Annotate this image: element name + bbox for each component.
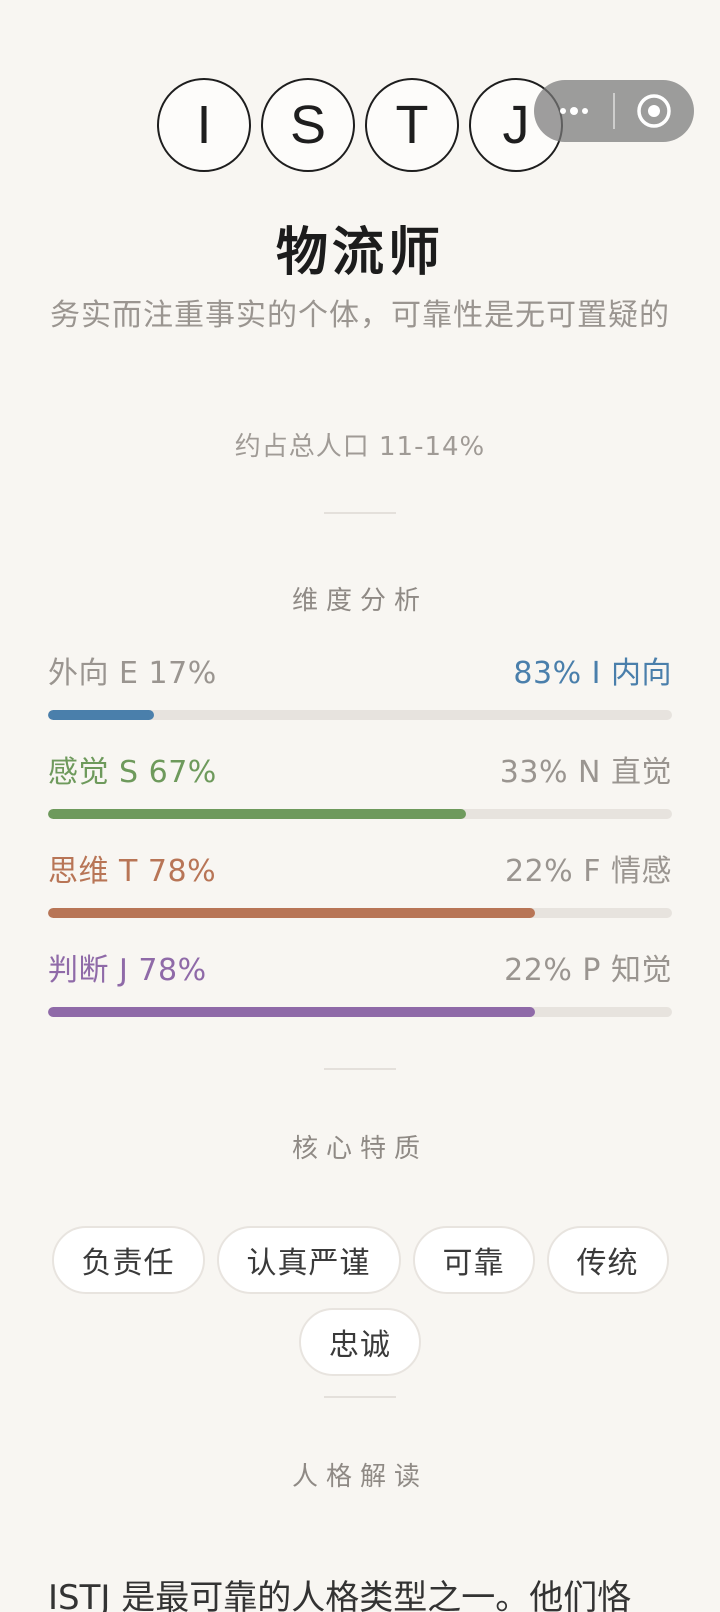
- dimension-right-label: 83% I 内向: [513, 656, 672, 691]
- close-mini-program-button[interactable]: [615, 80, 694, 142]
- target-close-icon: [637, 94, 671, 128]
- dimension-left-label: 感觉 S 67%: [48, 755, 217, 790]
- dimension-row-jp: 判断 J 78% 22% P 知觉: [48, 951, 672, 1031]
- trait-chip: 可靠: [412, 1226, 535, 1294]
- dimension-right-label: 22% P 知觉: [504, 953, 672, 988]
- dimension-fill-bar: [48, 908, 535, 918]
- dimension-left-label: 思维 T 78%: [48, 854, 217, 889]
- dimension-fill-bar: [48, 1007, 535, 1017]
- letter-circle-t: T: [365, 78, 459, 172]
- dimension-track: [48, 710, 672, 720]
- dimension-track: [48, 908, 672, 918]
- type-description: 务实而注重事实的个体，可靠性是无可置疑的: [50, 298, 670, 333]
- result-page: I S T J 物流师 务实而注重事实的个体，可靠性是无可置疑的 约占总人口 1…: [0, 0, 720, 1612]
- population-share: 约占总人口 11-14%: [234, 432, 486, 462]
- section-divider: [324, 512, 396, 514]
- dimensions-section-title: 维度分析: [291, 586, 428, 616]
- dimension-row-sn: 感觉 S 67% 33% N 直觉: [48, 753, 672, 833]
- mini-program-capsule: [534, 80, 694, 142]
- letter-circle-s: S: [261, 78, 355, 172]
- section-divider: [324, 1068, 396, 1070]
- type-name: 物流师: [275, 223, 444, 283]
- dimension-track: [48, 809, 672, 819]
- dimension-left-label: 外向 E 17%: [48, 656, 217, 691]
- more-dot-icon: [559, 108, 566, 114]
- dimension-right-label: 22% F 情感: [504, 854, 672, 889]
- dimension-right-label: 33% N 直觉: [499, 755, 672, 790]
- trait-chip-list: 负责任 认真严谨 可靠 传统 忠诚: [40, 1226, 680, 1376]
- trait-chip: 忠诚: [299, 1308, 421, 1376]
- interpretation-section-title: 人格解读: [291, 1462, 428, 1492]
- dimension-row-ei: 外向 E 17% 83% I 内向: [48, 654, 672, 734]
- trait-chip: 传统: [546, 1226, 669, 1294]
- dimension-row-tf: 思维 T 78% 22% F 情感: [48, 852, 672, 932]
- more-dot-icon: [569, 107, 578, 115]
- interpretation-text: ISTJ 是最可靠的人格类型之一。他们恪: [48, 1578, 632, 1612]
- letter-circle-i: I: [157, 78, 251, 172]
- trait-chip: 认真严谨: [216, 1226, 401, 1294]
- more-button[interactable]: [534, 80, 613, 142]
- traits-section-title: 核心特质: [291, 1134, 428, 1164]
- dimension-fill-bar: [48, 710, 155, 720]
- more-dot-icon: [581, 108, 588, 114]
- trait-chip: 负责任: [51, 1226, 205, 1294]
- dimension-left-label: 判断 J 78%: [48, 953, 207, 988]
- dimension-fill-bar: [48, 809, 467, 819]
- dimension-track: [48, 1007, 672, 1017]
- section-divider: [324, 1396, 396, 1398]
